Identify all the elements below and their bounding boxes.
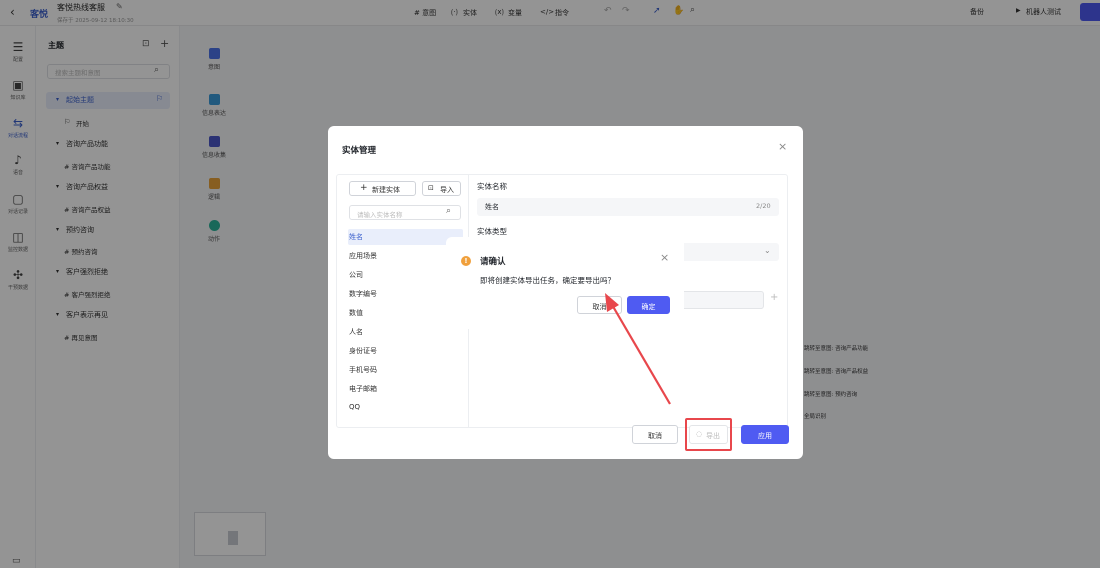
annotation-arrow [605, 293, 671, 405]
annotation-arrow-line [610, 302, 671, 405]
annotation-arrow-head [605, 293, 619, 312]
